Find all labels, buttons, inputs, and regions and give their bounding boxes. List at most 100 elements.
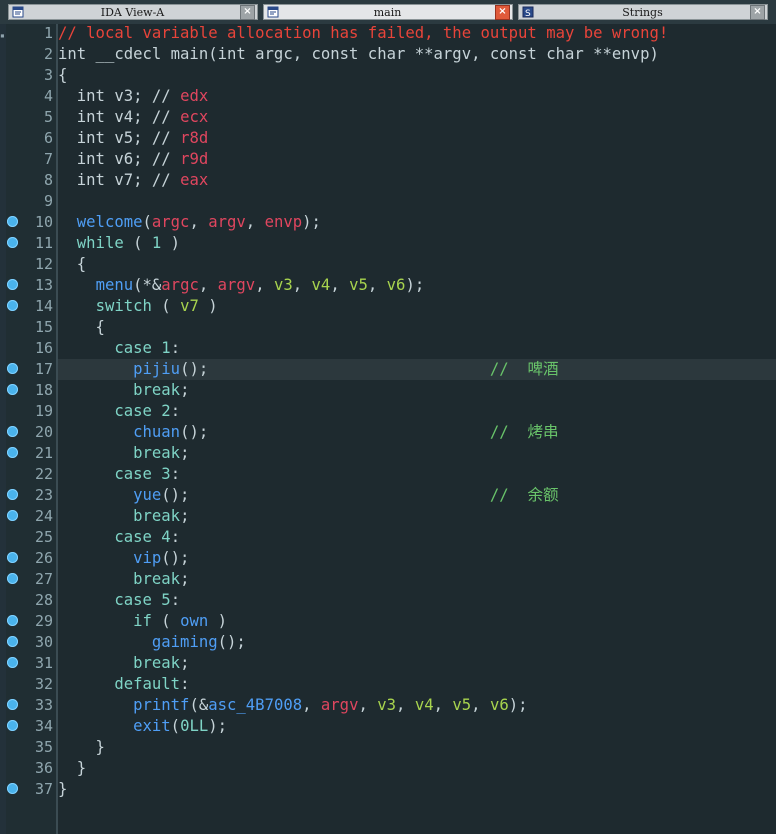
- code-text[interactable]: while ( 1 ): [58, 233, 776, 254]
- code-line[interactable]: 29 if ( own ): [0, 611, 776, 632]
- breakpoint-marker-icon[interactable]: [7, 300, 18, 311]
- breakpoint-marker-icon[interactable]: [7, 783, 18, 794]
- code-text[interactable]: break;: [58, 380, 776, 401]
- code-line[interactable]: 8 int v7; // eax: [0, 170, 776, 191]
- code-line[interactable]: 22 case 3:: [0, 464, 776, 485]
- code-token-var: argc: [161, 276, 199, 294]
- code-line[interactable]: 1 // local variable allocation has failed…: [0, 23, 776, 44]
- code-line[interactable]: 18 break;: [0, 380, 776, 401]
- code-line[interactable]: 27 break;: [0, 569, 776, 590]
- code-text[interactable]: {: [58, 65, 776, 86]
- code-line[interactable]: 34 exit(0LL);: [0, 716, 776, 737]
- code-line[interactable]: 33 printf(&asc_4B7008, argv, v3, v4, v5,…: [0, 695, 776, 716]
- code-line[interactable]: 32 default:: [0, 674, 776, 695]
- code-line[interactable]: 13 menu(*&argc, argv, v3, v4, v5, v6);: [0, 275, 776, 296]
- code-line[interactable]: 25 case 4:: [0, 527, 776, 548]
- breakpoint-marker-icon[interactable]: [7, 552, 18, 563]
- breakpoint-marker-icon[interactable]: [7, 615, 18, 626]
- code-line[interactable]: 2 int __cdecl main(int argc, const char *…: [0, 44, 776, 65]
- code-text[interactable]: // local variable allocation has failed,…: [58, 23, 776, 44]
- code-line[interactable]: 31 break;: [0, 653, 776, 674]
- code-text[interactable]: int v6; // r9d: [58, 149, 776, 170]
- code-text[interactable]: }: [58, 758, 776, 779]
- code-text[interactable]: int v5; // r8d: [58, 128, 776, 149]
- breakpoint-marker-icon[interactable]: [7, 237, 18, 248]
- code-text[interactable]: break;: [58, 569, 776, 590]
- breakpoint-marker-icon[interactable]: [7, 279, 18, 290]
- code-line[interactable]: 19 case 2:: [0, 401, 776, 422]
- code-line[interactable]: 36 }: [0, 758, 776, 779]
- code-text[interactable]: default:: [58, 674, 776, 695]
- breakpoint-marker-icon[interactable]: [7, 363, 18, 374]
- code-text[interactable]: int __cdecl main(int argc, const char **…: [58, 44, 776, 65]
- code-text[interactable]: int v4; // ecx: [58, 107, 776, 128]
- code-line[interactable]: 12 {: [0, 254, 776, 275]
- tab-ida-view-a[interactable]: IDA View-A ×: [8, 4, 258, 20]
- code-text[interactable]: [58, 191, 776, 212]
- breakpoint-marker-icon[interactable]: [7, 636, 18, 647]
- breakpoint-marker-icon[interactable]: [7, 510, 18, 521]
- code-text[interactable]: int v7; // eax: [58, 170, 776, 191]
- code-line[interactable]: 7 int v6; // r9d: [0, 149, 776, 170]
- code-text[interactable]: case 1:: [58, 338, 776, 359]
- code-text[interactable]: menu(*&argc, argv, v3, v4, v5, v6);: [58, 275, 776, 296]
- code-text[interactable]: gaiming();: [58, 632, 776, 653]
- code-text[interactable]: break;: [58, 443, 776, 464]
- code-text[interactable]: {: [58, 254, 776, 275]
- code-text[interactable]: yue(); // 余额: [58, 485, 776, 506]
- breakpoint-marker-icon[interactable]: [7, 573, 18, 584]
- code-text[interactable]: }: [58, 779, 776, 800]
- tab-strings[interactable]: S Strings ×: [518, 4, 768, 20]
- code-line[interactable]: 37}: [0, 779, 776, 800]
- close-icon[interactable]: ×: [495, 4, 510, 20]
- tab-main[interactable]: main ×: [263, 4, 513, 20]
- breakpoint-marker-icon[interactable]: [7, 699, 18, 710]
- code-line[interactable]: 5 int v4; // ecx: [0, 107, 776, 128]
- code-text[interactable]: break;: [58, 653, 776, 674]
- code-line[interactable]: 35 }: [0, 737, 776, 758]
- breakpoint-marker-icon[interactable]: [7, 489, 18, 500]
- breakpoint-marker-icon[interactable]: [7, 657, 18, 668]
- code-text[interactable]: case 5:: [58, 590, 776, 611]
- code-line[interactable]: 26 vip();: [0, 548, 776, 569]
- code-text[interactable]: case 2:: [58, 401, 776, 422]
- code-line[interactable]: 14 switch ( v7 ): [0, 296, 776, 317]
- code-line[interactable]: 9: [0, 191, 776, 212]
- code-token-plain: ();: [161, 486, 190, 504]
- code-text[interactable]: break;: [58, 506, 776, 527]
- code-line[interactable]: 30 gaiming();: [0, 632, 776, 653]
- code-text[interactable]: int v3; // edx: [58, 86, 776, 107]
- breakpoint-marker-icon[interactable]: [7, 216, 18, 227]
- code-text[interactable]: welcome(argc, argv, envp);: [58, 212, 776, 233]
- code-text[interactable]: vip();: [58, 548, 776, 569]
- code-line[interactable]: 11 while ( 1 ): [0, 233, 776, 254]
- code-line[interactable]: 28 case 5:: [0, 590, 776, 611]
- code-text[interactable]: }: [58, 737, 776, 758]
- code-line[interactable]: 15 {: [0, 317, 776, 338]
- code-line[interactable]: 17 pijiu(); // 啤酒: [0, 359, 776, 380]
- code-line[interactable]: 4 int v3; // edx: [0, 86, 776, 107]
- code-line[interactable]: 21 break;: [0, 443, 776, 464]
- code-text[interactable]: case 4:: [58, 527, 776, 548]
- breakpoint-marker-icon[interactable]: [7, 384, 18, 395]
- code-line[interactable]: 24 break;: [0, 506, 776, 527]
- breakpoint-marker-icon[interactable]: [7, 426, 18, 437]
- code-line[interactable]: 6 int v5; // r8d: [0, 128, 776, 149]
- close-icon[interactable]: ×: [240, 4, 255, 20]
- code-text[interactable]: exit(0LL);: [58, 716, 776, 737]
- code-text[interactable]: pijiu(); // 啤酒: [58, 359, 776, 380]
- code-line[interactable]: 23 yue(); // 余额: [0, 485, 776, 506]
- code-line[interactable]: 3{: [0, 65, 776, 86]
- code-text[interactable]: if ( own ): [58, 611, 776, 632]
- code-text[interactable]: printf(&asc_4B7008, argv, v3, v4, v5, v6…: [58, 695, 776, 716]
- code-text[interactable]: switch ( v7 ): [58, 296, 776, 317]
- code-text[interactable]: {: [58, 317, 776, 338]
- code-text[interactable]: case 3:: [58, 464, 776, 485]
- breakpoint-marker-icon[interactable]: [7, 720, 18, 731]
- breakpoint-marker-icon[interactable]: [7, 447, 18, 458]
- code-text[interactable]: chuan(); // 烤串: [58, 422, 776, 443]
- close-icon[interactable]: ×: [750, 4, 765, 20]
- code-line[interactable]: 16 case 1:: [0, 338, 776, 359]
- code-line[interactable]: 20 chuan(); // 烤串: [0, 422, 776, 443]
- code-line[interactable]: 10 welcome(argc, argv, envp);: [0, 212, 776, 233]
